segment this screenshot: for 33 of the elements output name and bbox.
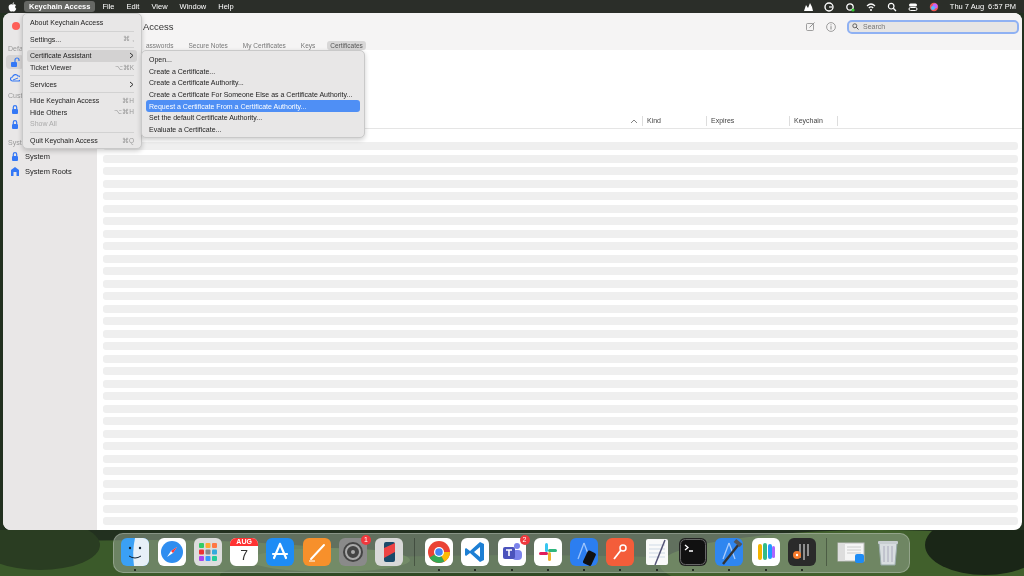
phone-icon[interactable] — [375, 538, 404, 566]
search-icon — [852, 23, 859, 30]
letter-a-app-icon[interactable] — [266, 538, 295, 566]
unlocked-lock-icon — [10, 57, 20, 67]
lock-icon — [10, 104, 20, 114]
hammer-icon[interactable] — [715, 538, 744, 566]
calendar-day: 7 — [240, 546, 248, 564]
compose-icon[interactable] — [806, 22, 815, 31]
compass-icon[interactable] — [157, 538, 186, 566]
browser-icon[interactable] — [424, 538, 453, 566]
window-title: Access — [143, 21, 174, 32]
sort-caret-icon[interactable] — [630, 117, 638, 125]
lock-icon — [10, 119, 20, 129]
lock-icon — [10, 151, 20, 161]
app-grid-icon[interactable] — [193, 538, 222, 566]
control-center-icon[interactable] — [907, 1, 918, 12]
code-editor-icon[interactable] — [461, 538, 490, 566]
satellite-icon[interactable] — [606, 538, 635, 566]
search-icon[interactable] — [886, 1, 897, 12]
building-icon — [10, 166, 20, 176]
pen-icon[interactable] — [302, 538, 331, 566]
cloud-icon — [10, 72, 20, 82]
gear-icon[interactable] — [844, 1, 855, 12]
keys-icon[interactable] — [751, 538, 780, 566]
apple-logo-icon[interactable] — [8, 1, 17, 12]
keychain-icon[interactable] — [787, 538, 816, 566]
terminal-icon[interactable] — [679, 538, 707, 566]
siri-icon[interactable] — [928, 1, 939, 12]
smiling-face-icon[interactable] — [121, 538, 150, 566]
simulator-icon[interactable] — [570, 538, 599, 566]
wifi-icon[interactable] — [865, 1, 876, 12]
hash-icon[interactable] — [533, 538, 562, 566]
grammar-icon[interactable] — [823, 1, 834, 12]
